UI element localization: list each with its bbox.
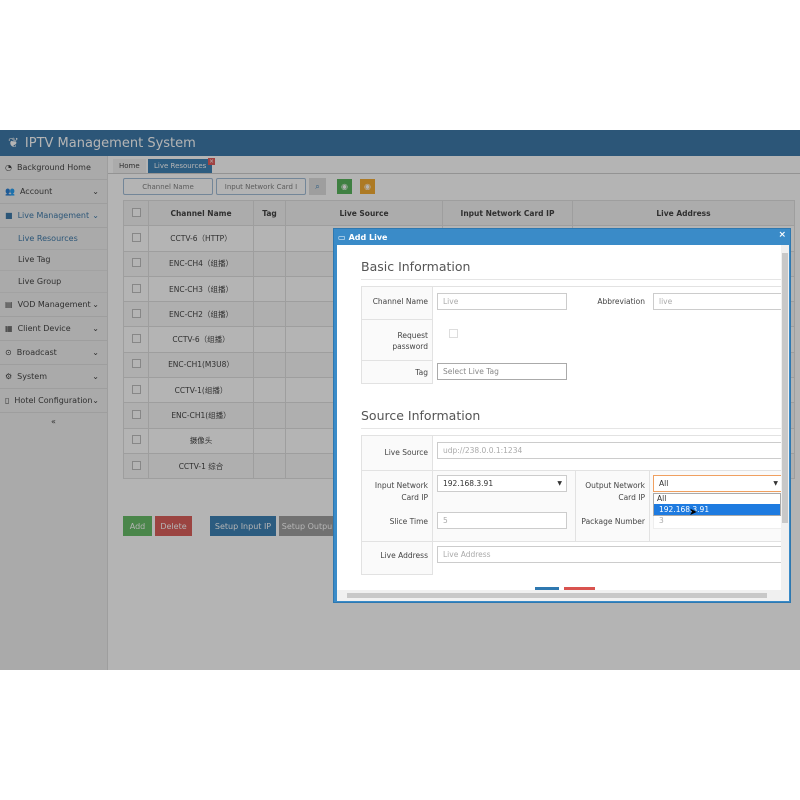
dropdown-arrow-icon: ▼ bbox=[557, 480, 562, 487]
horizontal-scrollbar[interactable] bbox=[337, 590, 789, 601]
request-password-label: Request password bbox=[392, 331, 428, 351]
source-information-heading: Source Information bbox=[361, 408, 781, 429]
input-nic-label: Input Network Card IP bbox=[374, 481, 428, 502]
dialog-titlebar: ▭ Add Live × bbox=[334, 229, 790, 245]
output-nic-label: Output Network Card IP bbox=[585, 481, 645, 502]
slice-time-input[interactable]: 5 bbox=[437, 512, 567, 529]
channel-name-input[interactable]: Live bbox=[437, 293, 567, 310]
vertical-scrollbar[interactable] bbox=[781, 245, 789, 590]
dropdown-option-selected[interactable]: 192.168.3.91 bbox=[654, 504, 780, 515]
dialog-body: Basic Information Channel Name Live Abbr… bbox=[337, 245, 789, 601]
channel-name-label: Channel Name bbox=[372, 297, 428, 306]
window-icon: ▭ bbox=[338, 232, 346, 242]
live-source-input[interactable]: udp://238.0.0.1:1234 bbox=[437, 442, 789, 459]
slice-time-label: Slice Time bbox=[389, 517, 428, 526]
output-nic-select[interactable]: All ▼ bbox=[653, 475, 783, 492]
request-password-checkbox[interactable] bbox=[449, 329, 458, 338]
add-live-dialog: ▭ Add Live × Basic Information Channel N… bbox=[333, 228, 791, 603]
live-address-label: Live Address bbox=[380, 551, 428, 560]
scrollbar-thumb[interactable] bbox=[347, 593, 767, 598]
dialog-title: Add Live bbox=[348, 232, 388, 242]
output-nic-dropdown-list: All 192.168.3.91 bbox=[653, 493, 781, 516]
abbreviation-input[interactable]: live bbox=[653, 293, 789, 310]
tag-select[interactable]: Select Live Tag bbox=[437, 363, 567, 380]
dropdown-arrow-icon: ▼ bbox=[773, 480, 778, 487]
dropdown-option[interactable]: All bbox=[654, 494, 780, 504]
scrollbar-thumb[interactable] bbox=[782, 253, 788, 523]
abbreviation-label: Abbreviation bbox=[597, 297, 645, 306]
close-dialog-icon[interactable]: × bbox=[778, 230, 786, 240]
live-address-input[interactable]: Live Address bbox=[437, 546, 789, 563]
mouse-cursor-icon: ➤ bbox=[689, 507, 698, 518]
basic-information-heading: Basic Information bbox=[361, 259, 781, 280]
tag-label: Tag bbox=[415, 368, 428, 377]
live-source-label: Live Source bbox=[384, 448, 428, 457]
package-number-label: Package Number bbox=[581, 517, 645, 526]
input-nic-select[interactable]: 192.168.3.91 ▼ bbox=[437, 475, 567, 492]
